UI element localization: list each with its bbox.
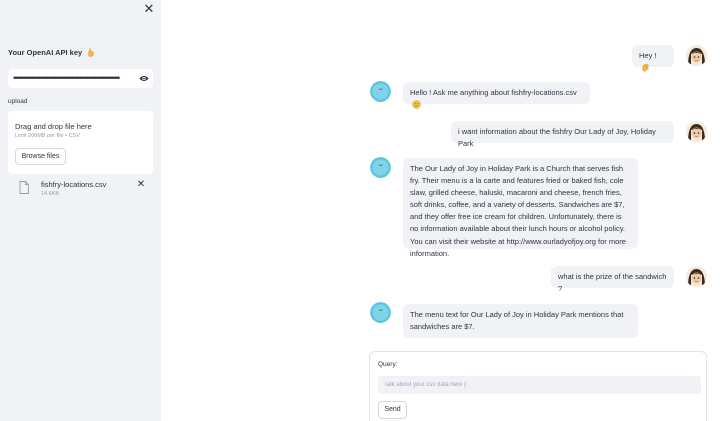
message-text: Hello ! Ask me anything about fishfry-lo… — [410, 88, 577, 97]
eye-icon[interactable] — [139, 74, 149, 83]
file-size: 14.6KB — [41, 191, 60, 197]
close-sidebar-icon[interactable]: ✕ — [142, 2, 156, 16]
hugging-face-emoji-icon — [412, 100, 421, 109]
assistant-avatar-icon — [370, 302, 391, 323]
user-message: i want information about the fishfry Our… — [451, 121, 674, 148]
assistant-avatar — [370, 81, 391, 102]
api-key-label: Your OpenAI API key — [8, 48, 95, 57]
user-avatar-icon — [686, 45, 707, 66]
pointing-hand-emoji-icon — [88, 48, 94, 57]
user-avatar — [686, 266, 707, 287]
message-text: what is the prize of the sandwich ? — [558, 272, 667, 294]
message-text: i want information about the fishfry Our… — [458, 127, 656, 149]
sidebar: ✕ Your OpenAI API key ••••••••••••••••••… — [0, 0, 161, 421]
browse-files-button[interactable]: Browse files — [15, 148, 66, 165]
dropzone-title: Drag and drop file here — [15, 122, 92, 131]
user-message: what is the prize of the sandwich ? — [551, 266, 674, 293]
assistant-avatar-icon — [370, 157, 391, 178]
dropzone-subtitle: Limit 200MB per file • CSV — [15, 133, 80, 139]
file-dropzone[interactable]: Drag and drop file here Limit 200MB per … — [8, 111, 153, 174]
file-icon — [19, 181, 29, 194]
assistant-message: The menu text for Our Lady of Joy in Hol… — [403, 304, 638, 338]
assistant-avatar-icon — [370, 81, 391, 102]
assistant-avatar — [370, 302, 391, 323]
message-text: Hey ! — [639, 51, 657, 60]
message-text: The menu text for Our Lady of Joy in Hol… — [410, 310, 624, 332]
user-avatar-icon — [686, 266, 707, 287]
user-avatar-icon — [686, 121, 707, 142]
uploaded-file-row: fishfry-locations.csv 14.6KB ✕ — [8, 178, 153, 202]
file-name: fishfry-locations.csv — [41, 180, 107, 189]
user-avatar — [686, 45, 707, 66]
api-key-label-text: Your OpenAI API key — [8, 48, 83, 57]
upload-label: upload — [8, 98, 28, 105]
remove-file-icon[interactable]: ✕ — [135, 179, 147, 191]
assistant-message: The Our Lady of Joy in Holiday Park is a… — [403, 158, 638, 258]
query-form: Query: Send — [369, 351, 707, 421]
assistant-message: Hello ! Ask me anything about fishfry-lo… — [403, 82, 590, 109]
user-message: Hey ! — [632, 45, 674, 72]
waving-hand-emoji-icon — [642, 63, 649, 72]
user-avatar — [686, 121, 707, 142]
api-key-value[interactable]: ••••••••••••••••••••••••••••••••••••••••… — [13, 72, 131, 85]
send-button[interactable]: Send — [378, 401, 407, 419]
api-key-field[interactable]: ••••••••••••••••••••••••••••••••••••••••… — [8, 69, 153, 88]
assistant-avatar — [370, 157, 391, 178]
query-label: Query: — [378, 361, 398, 368]
message-text: The Our Lady of Joy in Holiday Park is a… — [410, 164, 626, 258]
query-input[interactable] — [378, 376, 701, 394]
